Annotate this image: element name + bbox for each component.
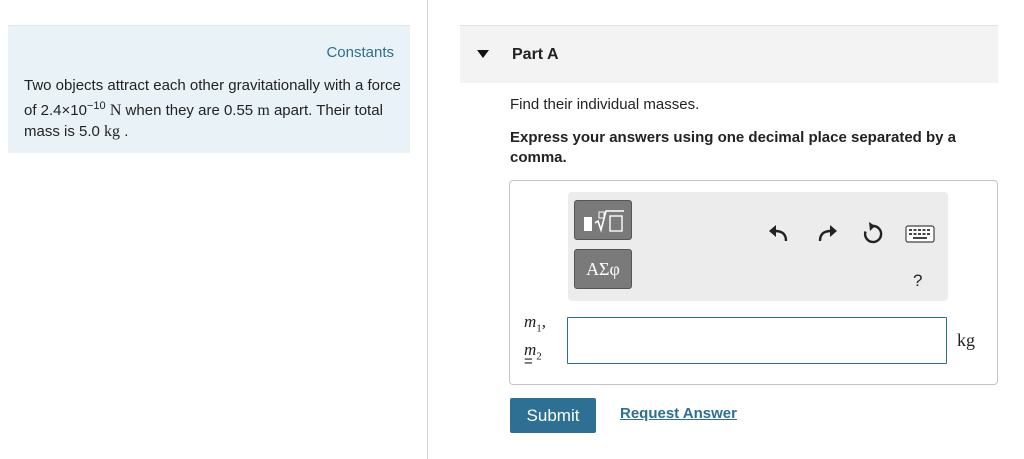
- constants-link[interactable]: Constants: [326, 44, 394, 61]
- var-separator: ,: [541, 312, 547, 331]
- equals-sign: =: [524, 353, 533, 370]
- problem-text-2: when they are 0.55: [121, 102, 258, 119]
- undo-icon[interactable]: [766, 221, 792, 247]
- templates-button[interactable]: [574, 200, 632, 240]
- submit-button[interactable]: Submit: [510, 398, 596, 433]
- mass-unit: kg: [104, 123, 121, 140]
- answer-box: ΑΣφ ? m1, m2 = kg: [509, 180, 998, 385]
- var-m1: m: [524, 312, 537, 331]
- reset-icon[interactable]: [860, 221, 886, 247]
- help-button[interactable]: ?: [913, 271, 922, 291]
- constants-panel: Constants Two objects attract each other…: [8, 25, 410, 153]
- answer-input[interactable]: [567, 317, 947, 364]
- keyboard-icon[interactable]: [905, 224, 935, 246]
- force-unit: N: [109, 102, 122, 119]
- instruction-text: Express your answers using one decimal p…: [510, 129, 957, 166]
- redo-icon[interactable]: [814, 221, 840, 247]
- question-text: Find their individual masses.: [510, 96, 700, 113]
- problem-statement: Two objects attract each other gravitati…: [24, 75, 404, 142]
- unit-label: kg: [957, 330, 975, 350]
- panel-divider: [427, 0, 428, 459]
- math-toolbar: ΑΣφ ?: [568, 192, 948, 301]
- part-header[interactable]: Part A: [460, 25, 998, 83]
- collapse-toggle-icon[interactable]: [477, 50, 489, 58]
- part-title: Part A: [512, 46, 559, 63]
- var-m2-subscript: 2: [536, 350, 542, 363]
- problem-text-4: .: [120, 123, 129, 140]
- distance-unit: m: [257, 102, 270, 119]
- force-exponent: −10: [86, 100, 106, 112]
- request-answer-link[interactable]: Request Answer: [620, 405, 737, 422]
- symbols-button[interactable]: ΑΣφ: [574, 249, 632, 289]
